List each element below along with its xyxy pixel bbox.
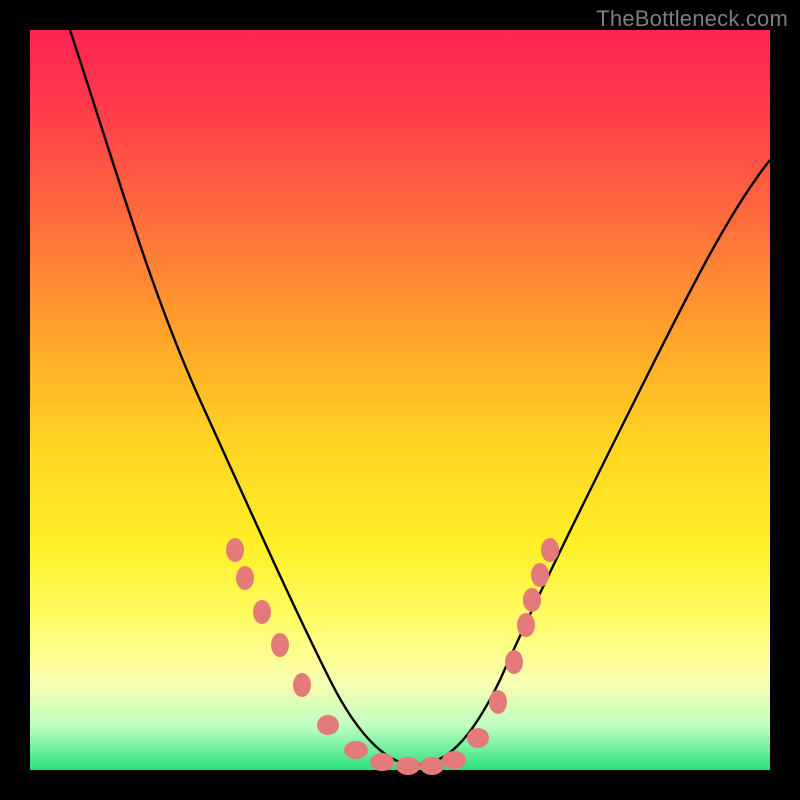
chart-plot-area: [30, 30, 770, 770]
bottleneck-curve: [70, 30, 770, 765]
watermark-text: TheBottleneck.com: [596, 6, 788, 32]
chart-svg: [30, 30, 770, 770]
chart-frame: TheBottleneck.com: [0, 0, 800, 800]
curve-markers: [226, 538, 559, 775]
